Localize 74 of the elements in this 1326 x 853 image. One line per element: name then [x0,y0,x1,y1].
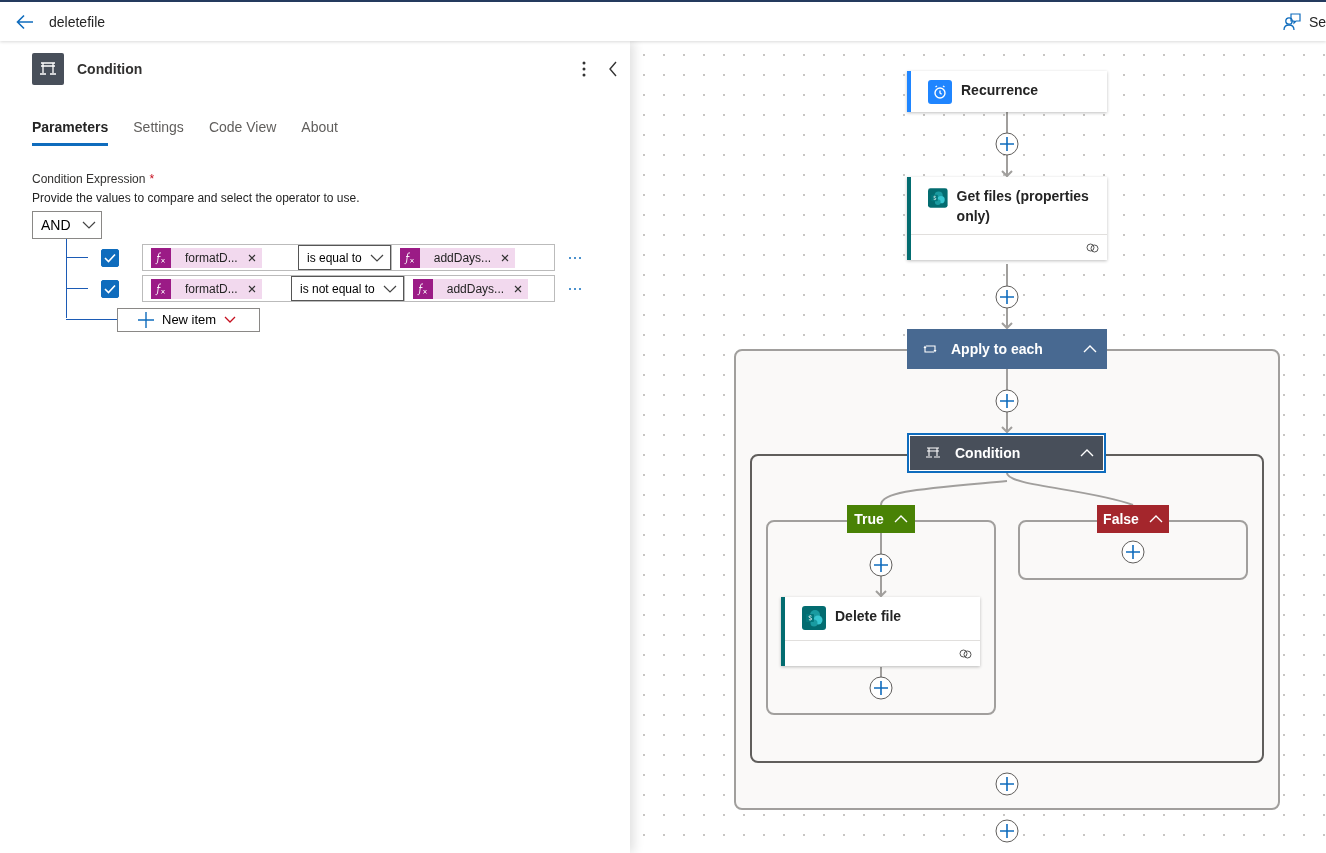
action-card[interactable]: Get files (properties only) [907,177,1107,260]
required-mark: * [149,172,155,186]
add-step-button[interactable] [995,132,1019,156]
checkbox[interactable] [101,279,119,298]
connector-arrow [875,575,887,598]
field-label: Condition Expression [32,172,146,186]
tab[interactable]: About [301,119,338,146]
expression-token[interactable]: addDays... [399,247,516,268]
scope-header[interactable]: Condition [907,433,1106,473]
chevron-down-icon [369,253,384,262]
more-options-icon[interactable] [581,61,587,77]
add-step-button[interactable] [995,285,1019,309]
panel-title: Condition [77,61,143,77]
branch-label[interactable]: True [847,505,915,533]
field-description: Provide the values to compare and select the operator to use. [32,191,361,205]
function-icon [151,247,171,268]
checkmark-icon [104,252,116,263]
collapse-chevron-icon[interactable] [608,61,618,77]
connector-line [1006,368,1008,391]
operator-dropdown[interactable]: is not equal to [291,276,404,301]
connector-line [1006,111,1008,134]
action-card[interactable]: Delete file [781,597,980,666]
function-icon [399,247,420,268]
condition-icon [32,53,64,85]
flow-title: deletefile [49,13,106,30]
chevron-down-icon [382,284,397,293]
operator-dropdown[interactable]: is equal to [298,245,391,270]
function-icon [412,278,433,299]
add-step-button[interactable] [1121,540,1145,564]
chevron-up-icon[interactable] [1080,449,1094,457]
remove-icon[interactable] [247,253,256,262]
action-card[interactable]: Recurrence [907,71,1107,112]
remove-icon[interactable] [514,284,523,293]
connector-arrow [1001,154,1013,178]
sharepoint-icon [928,186,948,210]
tab[interactable]: Settings [133,119,184,146]
chevron-up-icon[interactable] [893,515,908,523]
add-step-button[interactable] [869,553,893,577]
chevron-down-icon [82,221,96,229]
scope-header[interactable]: Apply to each [907,329,1107,369]
chevron-up-icon[interactable] [1148,515,1163,523]
toolbar-button-label[interactable]: Se [1308,13,1326,30]
remove-icon[interactable] [247,284,256,293]
back-arrow-icon[interactable] [16,13,34,30]
new-item-button[interactable]: New item [117,307,260,332]
plus-icon [138,311,154,328]
remove-icon[interactable] [501,253,510,262]
connector-arrow [1001,307,1013,330]
checkbox[interactable] [101,248,119,267]
group-operator-dropdown[interactable]: AND [32,211,102,239]
loop-icon [923,343,937,355]
add-step-button[interactable] [995,389,1019,413]
connector-line [880,532,882,555]
connector-line [1006,263,1008,287]
connector-arrow [1001,411,1013,434]
expression-token[interactable]: formatD... [151,278,262,299]
add-step-button[interactable] [995,772,1019,796]
expression-token[interactable]: addDays... [412,278,529,299]
branch-label[interactable]: False [1097,505,1169,533]
link-icon [1086,242,1099,253]
add-step-button[interactable] [995,819,1019,843]
link-icon [959,648,972,659]
alarm-clock-icon [928,80,952,104]
chevron-down-icon [224,316,237,323]
add-step-button[interactable] [869,676,893,700]
tab[interactable]: Code View [208,119,277,146]
sharepoint-icon [802,606,826,630]
checkmark-icon [104,283,116,294]
expression-token[interactable]: formatD... [151,247,262,268]
function-icon [151,278,171,299]
person-chat-icon[interactable] [1282,12,1301,31]
tab[interactable]: Parameters [32,119,109,146]
chevron-up-icon[interactable] [1083,345,1097,353]
condition-icon [925,446,941,460]
